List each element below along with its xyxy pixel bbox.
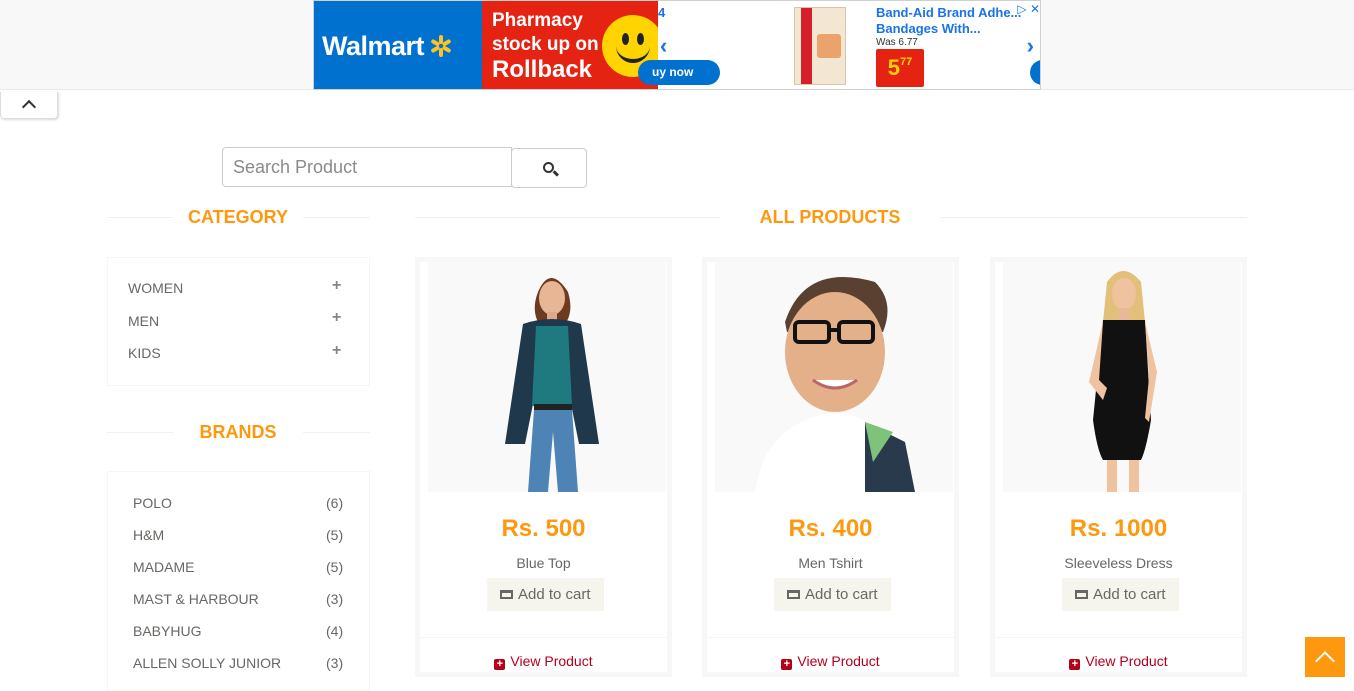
buy-now-button-2[interactable]: B: [1030, 60, 1040, 85]
shopping-cart-icon: [1075, 590, 1088, 599]
chevron-right-icon[interactable]: ›: [1027, 33, 1034, 59]
category-women[interactable]: WOMEN: [128, 280, 183, 296]
shopping-cart-icon: [500, 590, 513, 599]
heading-divider: [415, 217, 720, 218]
product-card: Rs. 400 Men Tshirt Add to cart + View Pro…: [702, 257, 959, 677]
ad-carousel: 4 ‹ uy now Band-Aid Brand Adhe... Bandag…: [638, 1, 1040, 89]
bandaid-product-image[interactable]: [794, 7, 846, 85]
heading-divider: [303, 432, 370, 433]
product-image-blue-top[interactable]: [428, 262, 666, 492]
brand-count: (4): [326, 623, 344, 639]
category-heading: CATEGORY: [187, 207, 288, 227]
product-name: Sleeveless Dress: [1064, 555, 1173, 571]
brand-hm[interactable]: H&M: [133, 527, 164, 543]
heading-divider: [940, 217, 1247, 218]
brand-mast-harbour[interactable]: MAST & HARBOUR: [133, 591, 259, 607]
product-name: Blue Top: [516, 555, 571, 571]
brand-allen-solly-junior[interactable]: ALLEN SOLLY JUNIOR: [133, 655, 281, 671]
brand-polo[interactable]: POLO: [133, 495, 172, 511]
view-product-link[interactable]: + View Product: [420, 653, 667, 670]
ad-price-tag: 577: [876, 49, 924, 87]
ad-strip: Walmart Pharmacy stock up on Rollback 4 …: [0, 0, 1354, 90]
walmart-brand-text: Walmart: [322, 30, 425, 61]
product-price: Rs. 1000: [1069, 515, 1168, 542]
add-to-cart-button[interactable]: Add to cart: [1062, 578, 1179, 611]
brand-count: (5): [326, 559, 344, 575]
brand-count: (3): [326, 655, 344, 671]
product-image-sleeveless-dress[interactable]: [1003, 262, 1241, 492]
brand-babyhug[interactable]: BABYHUG: [133, 623, 201, 639]
view-product-link[interactable]: + View Product: [995, 653, 1242, 670]
buy-now-button[interactable]: uy now: [638, 60, 720, 85]
product-price: Rs. 500: [501, 515, 586, 542]
ad-banner[interactable]: Walmart Pharmacy stock up on Rollback 4 …: [313, 0, 1041, 90]
chevron-up-icon: [21, 99, 37, 115]
ad-choices-icon[interactable]: ▷ ✕: [1017, 2, 1040, 16]
all-products-heading: ALL PRODUCTS: [759, 207, 901, 227]
card-divider: [420, 637, 667, 638]
view-product-link[interactable]: + View Product: [707, 653, 954, 670]
shopping-cart-icon: [787, 590, 800, 599]
ad-counter: 4: [658, 5, 666, 20]
product-card: Rs. 1000 Sleeveless Dress Add to cart + V…: [990, 257, 1247, 677]
brands-panel: POLO (6) H&M (5) MADAME (5) MAST & HARBO…: [107, 471, 370, 691]
brand-madame[interactable]: MADAME: [133, 559, 194, 575]
brand-count: (3): [326, 591, 344, 607]
add-to-cart-button[interactable]: Add to cart: [774, 578, 891, 611]
spark-icon: [430, 35, 452, 57]
plus-icon[interactable]: +: [332, 342, 341, 360]
product-image-men-tshirt[interactable]: [715, 262, 953, 492]
walmart-logo: Walmart: [314, 1, 482, 89]
plus-icon[interactable]: +: [332, 277, 341, 295]
search-button[interactable]: [511, 148, 587, 188]
plus-square-icon: +: [1069, 659, 1081, 670]
category-men[interactable]: MEN: [128, 313, 159, 329]
product-name: Men Tshirt: [798, 555, 863, 571]
brands-heading: BRANDS: [199, 422, 277, 442]
chevron-up-icon: [1315, 651, 1335, 671]
card-divider: [707, 637, 954, 638]
heading-divider: [107, 432, 173, 433]
heading-divider: [107, 217, 173, 218]
pharmacy-promo[interactable]: Pharmacy stock up on Rollback: [482, 1, 664, 89]
category-panel: WOMEN + MEN + KIDS +: [107, 257, 370, 386]
heading-divider: [303, 217, 370, 218]
product-card: Rs. 500 Blue Top Add to cart + View Produ…: [415, 257, 672, 677]
scroll-to-top-button[interactable]: [1305, 637, 1345, 677]
collapse-ad-button[interactable]: [0, 92, 58, 119]
ad-product-title[interactable]: Band-Aid Brand Adhe... Bandages With...: [876, 5, 1026, 37]
brand-count: (5): [326, 527, 344, 543]
search-input[interactable]: [222, 147, 512, 187]
ad-was-price: Was 6.77: [876, 37, 918, 48]
product-price: Rs. 400: [788, 515, 873, 542]
plus-icon[interactable]: +: [332, 309, 341, 327]
brand-count: (6): [326, 495, 344, 511]
card-divider: [995, 637, 1242, 638]
chevron-left-icon[interactable]: ‹: [660, 33, 667, 59]
category-kids[interactable]: KIDS: [128, 345, 161, 361]
plus-square-icon: +: [781, 659, 793, 670]
add-to-cart-button[interactable]: Add to cart: [487, 578, 604, 611]
plus-square-icon: +: [494, 659, 506, 670]
